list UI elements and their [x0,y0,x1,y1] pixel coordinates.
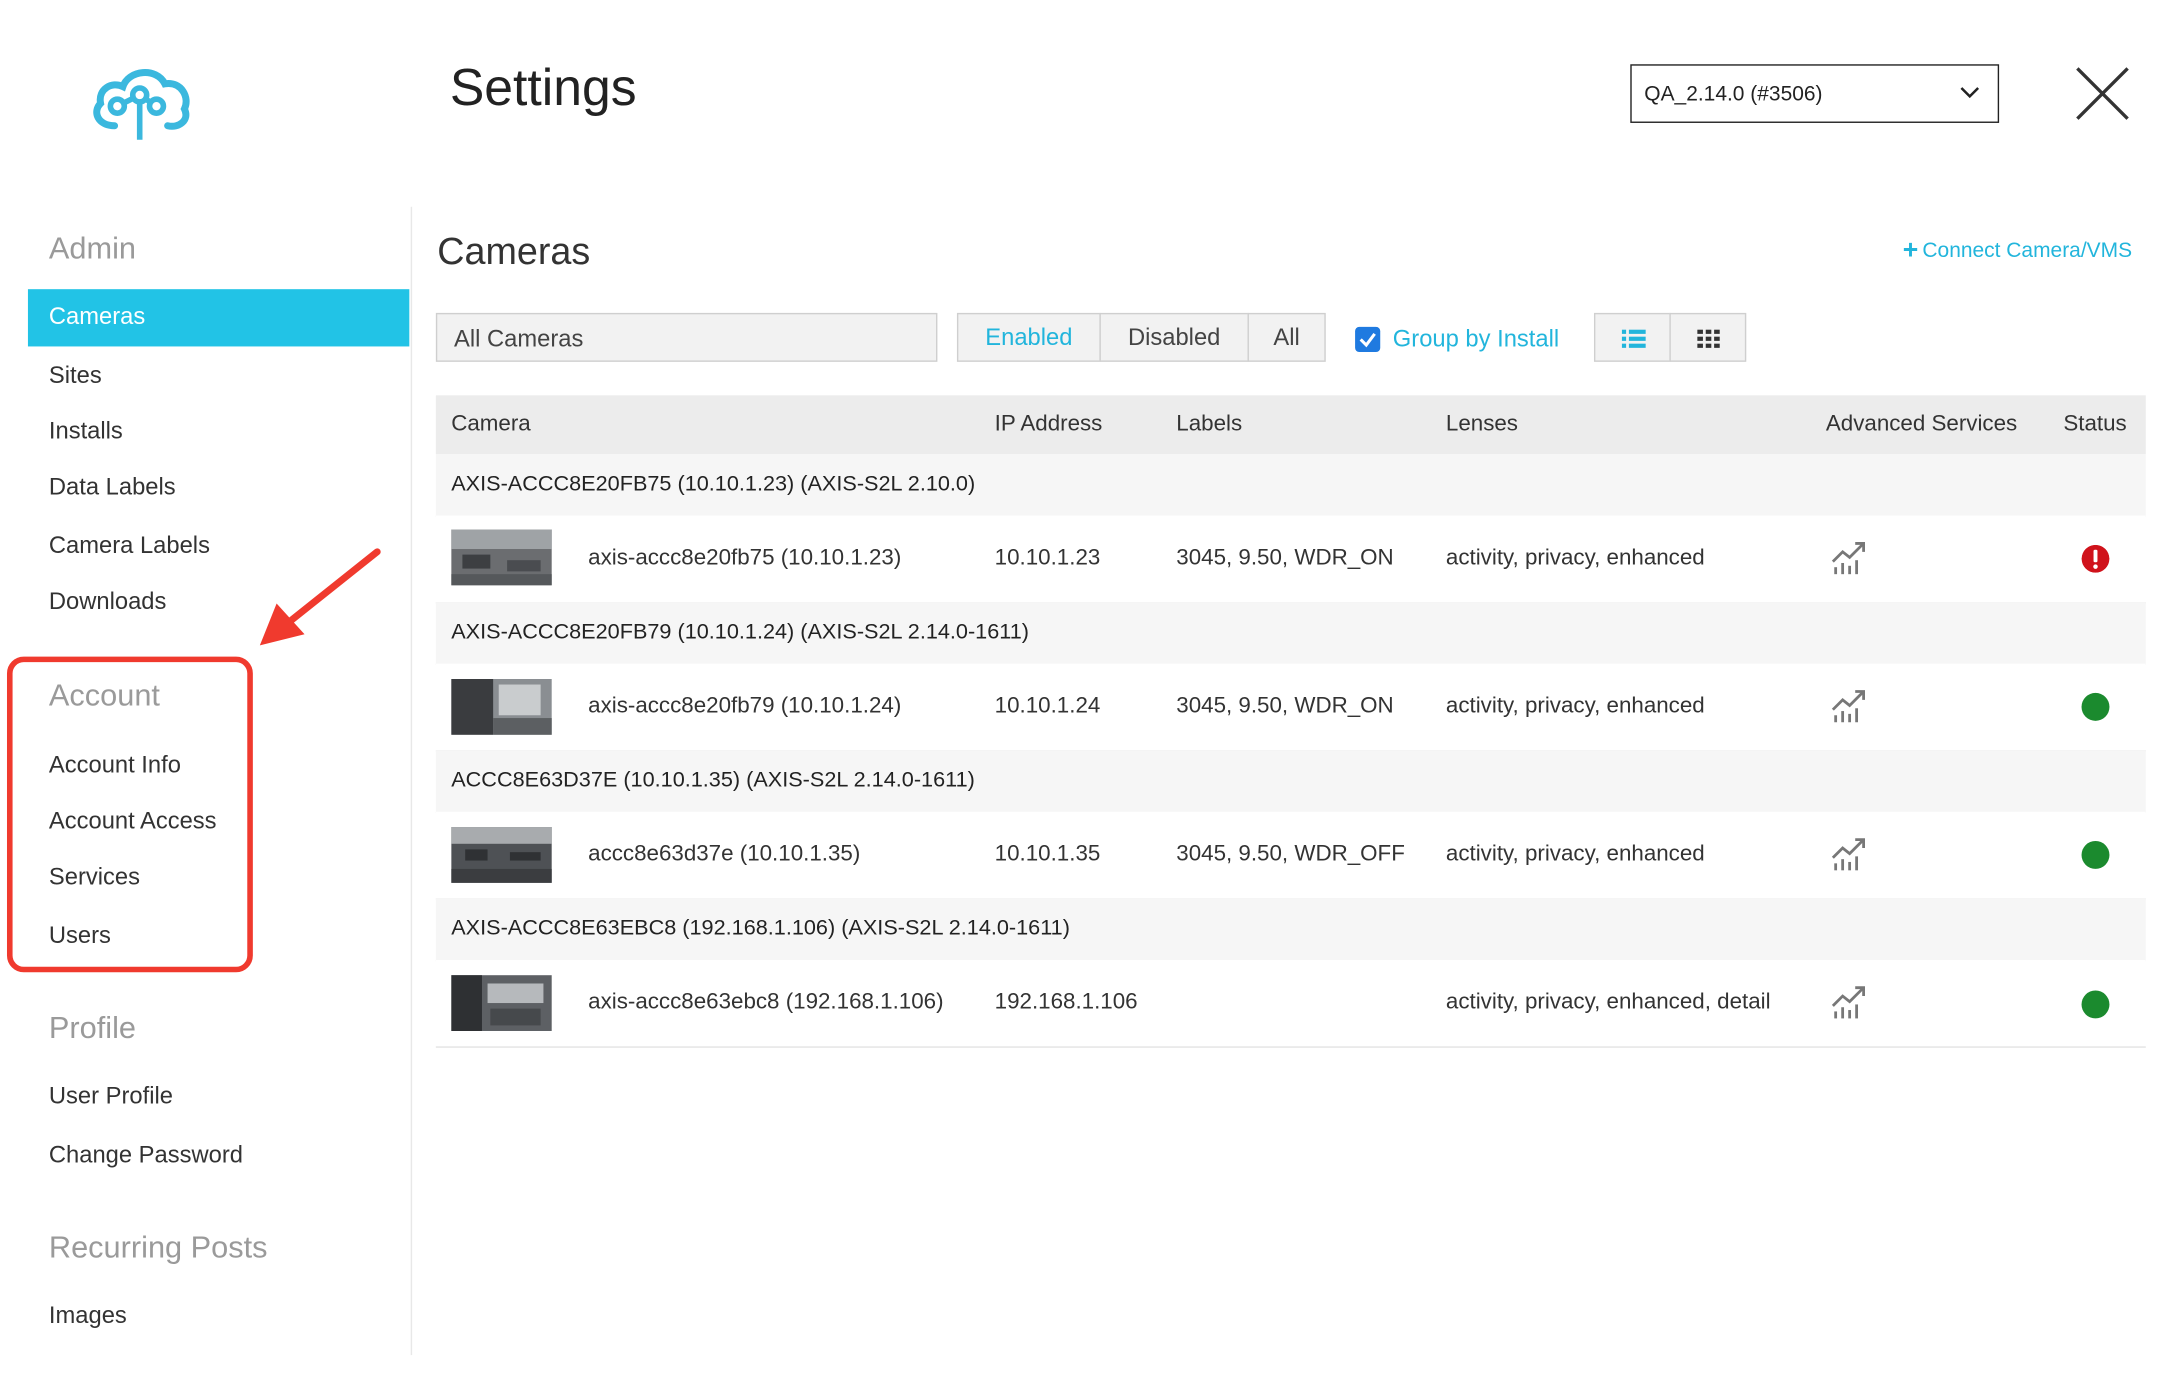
close-icon[interactable] [2073,64,2132,123]
grid-view-icon [1697,329,1720,348]
column-header-ip-address[interactable]: IP Address [995,412,1103,437]
list-view-button[interactable] [1593,312,1671,362]
camera-lenses: activity, privacy, enhanced, detail [1445,990,1771,1015]
status-ok-icon [2081,990,2110,1019]
sidebar-item-cameras[interactable]: Cameras [27,289,410,347]
sidebar-divider [410,206,413,1356]
install-group-row: AXIS-ACCC8E20FB75 (10.10.1.23) (AXIS-S2L… [435,454,2146,517]
cameras-title: Cameras [437,230,591,273]
install-group-title: AXIS-ACCC8E20FB75 (10.10.1.23) (AXIS-S2L… [451,472,976,496]
page-title: Settings [449,58,637,116]
sidebar-item-user-profile[interactable]: User Profile [49,1083,173,1111]
filter-enabled-button[interactable]: Enabled [956,312,1101,362]
column-header-labels[interactable]: Labels [1176,412,1242,437]
cloud-network-logo-icon [93,69,190,140]
trend-chart-icon[interactable] [1830,687,1869,723]
column-header-status[interactable]: Status [2063,412,2126,437]
connect-camera-label: Connect Camera/VMS [1922,238,2133,263]
camera-labels: 3045, 9.50, WDR_ON [1176,546,1394,570]
column-header-lenses[interactable]: Lenses [1446,412,1518,437]
trend-chart-icon[interactable] [1830,983,1869,1019]
camera-thumbnail-image [451,678,552,735]
trend-chart-icon[interactable] [1830,539,1869,575]
install-group-row: AXIS-ACCC8E20FB79 (10.10.1.24) (AXIS-S2L… [435,602,2146,665]
chevron-down-icon [1960,87,1980,99]
status-ok-icon [2081,840,2110,869]
camera-thumbnail-image [451,827,552,883]
grid-view-button[interactable] [1669,312,1747,362]
annotation-highlight-box [6,656,253,973]
sidebar-item-images[interactable]: Images [49,1302,127,1330]
camera-ip: 10.10.1.24 [994,694,1101,719]
filter-all-button[interactable]: All [1247,312,1326,362]
camera-ip: 10.10.1.35 [994,842,1101,867]
camera-ip: 10.10.1.23 [994,546,1101,570]
version-select[interactable]: QA_2.14.0 (#3506) [1630,64,2000,123]
status-ok-icon [2081,692,2110,721]
sidebar-item-data-labels[interactable]: Data Labels [49,474,176,502]
camera-filter-input[interactable]: All Cameras [435,312,938,362]
camera-thumbnail-image [451,975,552,1031]
camera-name[interactable]: axis-accc8e20fb75 (10.10.1.23) [588,546,901,571]
camera-name[interactable]: accc8e63d37e (10.10.1.35) [588,842,860,867]
camera-labels: 3045, 9.50, WDR_OFF [1176,842,1405,867]
sidebar-heading-recurring-posts: Recurring Posts [48,1229,268,1265]
camera-lenses: activity, privacy, enhanced [1445,694,1705,719]
sidebar-item-installs[interactable]: Installs [49,418,123,446]
camera-name[interactable]: axis-accc8e20fb79 (10.10.1.24) [588,694,901,719]
install-group-title: AXIS-ACCC8E63EBC8 (192.168.1.106) (AXIS-… [451,916,1070,941]
connect-camera-link[interactable]: + Connect Camera/VMS [1902,235,2133,266]
install-group-title: ACCC8E63D37E (10.10.1.35) (AXIS-S2L 2.14… [451,768,975,793]
group-by-install-label[interactable]: Group by Install [1393,326,1559,354]
column-header-camera[interactable]: Camera [451,412,530,437]
sidebar-item-label: Cameras [48,303,146,330]
install-group-title: AXIS-ACCC8E20FB79 (10.10.1.24) (AXIS-S2L… [451,620,1029,645]
version-select-value: QA_2.14.0 (#3506) [1644,81,1823,106]
sidebar-item-sites[interactable]: Sites [49,362,102,390]
list-view-icon [1621,329,1646,348]
camera-labels: 3045, 9.50, WDR_ON [1176,694,1394,719]
checkmark-icon [1359,332,1376,348]
plus-icon: + [1902,236,1919,266]
group-by-install-checkbox[interactable] [1355,326,1381,353]
install-group-row: ACCC8E63D37E (10.10.1.35) (AXIS-S2L 2.14… [435,750,2146,814]
sidebar-item-camera-labels[interactable]: Camera Labels [49,532,210,560]
trend-chart-icon[interactable] [1830,835,1869,871]
sidebar-heading-profile: Profile [48,1010,137,1045]
sidebar-item-change-password[interactable]: Change Password [49,1141,243,1169]
column-header-advanced-services[interactable]: Advanced Services [1826,412,2017,437]
camera-ip: 192.168.1.106 [994,990,1138,1015]
camera-lenses: activity, privacy, enhanced [1445,842,1705,867]
filter-disabled-button[interactable]: Disabled [1099,312,1249,362]
annotation-arrow-icon [259,548,381,646]
sidebar-item-downloads[interactable]: Downloads [49,588,167,616]
camera-lenses: activity, privacy, enhanced [1445,546,1705,570]
camera-name[interactable]: axis-accc8e63ebc8 (192.168.1.106) [588,990,943,1015]
status-error-icon [2081,544,2110,573]
install-group-row: AXIS-ACCC8E63EBC8 (192.168.1.106) (AXIS-… [435,898,2146,962]
camera-thumbnail-image [451,529,552,586]
sidebar-heading-admin: Admin [48,230,137,266]
